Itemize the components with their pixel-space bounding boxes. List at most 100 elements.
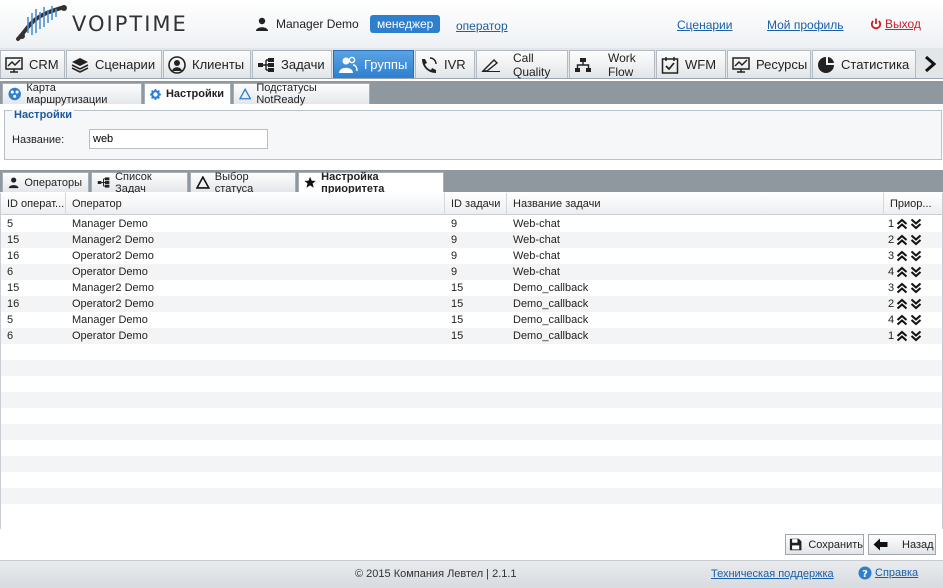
cell-task-id: 9 <box>451 266 458 278</box>
tab-settings[interactable]: Настройки <box>144 83 231 104</box>
profile-link[interactable]: Мой профиль <box>767 18 844 32</box>
tab-scenarios-label: Сценарии <box>95 57 156 72</box>
tab-task-list[interactable]: Список Задач <box>91 171 188 195</box>
priority-value: 1 <box>888 330 895 342</box>
cell-operator: Operator2 Demo <box>72 298 154 310</box>
priority-down-icon[interactable] <box>910 298 922 310</box>
tree-icon <box>97 177 110 188</box>
priority-down-icon[interactable] <box>910 218 922 230</box>
priority-down-icon[interactable] <box>910 234 922 246</box>
save-button[interactable]: Сохранить <box>785 534 864 555</box>
priority-down-icon[interactable] <box>910 330 922 342</box>
tab-crm-label: CRM <box>29 57 59 72</box>
tab-call-quality[interactable]: Call Quality <box>476 50 568 79</box>
tab-tasks[interactable]: Задачи <box>252 50 332 78</box>
help-link[interactable]: Справка <box>875 567 918 579</box>
tab-routing-map-label: Карта маршрутизации <box>26 82 108 106</box>
col-task-name[interactable]: Название задачи <box>507 193 884 215</box>
tab-notready-label: Подстатусы NotReady <box>256 82 317 106</box>
row-stripe <box>1 488 942 504</box>
scenarios-link[interactable]: Сценарии <box>677 18 732 32</box>
gear-icon <box>150 88 161 100</box>
cell-operator: Operator2 Demo <box>72 250 154 262</box>
priority-down-icon[interactable] <box>910 250 922 262</box>
row-stripe <box>1 392 942 408</box>
tab-wfm[interactable]: WFM <box>656 50 726 78</box>
cell-task-name: Web-chat <box>513 234 560 246</box>
group-name-input[interactable] <box>89 129 268 149</box>
priority-up-icon[interactable] <box>896 266 908 278</box>
logo-mark-icon <box>16 5 67 41</box>
priority-up-icon[interactable] <box>896 234 908 246</box>
priority-cell: 3 <box>888 248 922 264</box>
tab-ivr[interactable]: IVR <box>415 50 475 78</box>
table-row[interactable]: 6 Operator Demo 15 Demo_callback 1 <box>1 328 942 344</box>
tab-workflow-label: Work Flow <box>608 51 636 79</box>
arrow-left-icon <box>873 538 888 551</box>
col-task-id[interactable]: ID задачи <box>445 193 507 215</box>
role-operator-link[interactable]: оператор <box>456 19 508 33</box>
tab-resources[interactable]: Ресурсы <box>727 50 811 78</box>
priority-cell: 1 <box>888 216 922 232</box>
help-link-wrap[interactable]: ? Справка <box>858 566 918 580</box>
table-row[interactable]: 15 Manager2 Demo 15 Demo_callback 3 <box>1 280 942 296</box>
tab-crm[interactable]: CRM <box>0 50 65 78</box>
save-button-label: Сохранить <box>808 538 863 551</box>
tab-status-choice[interactable]: Выбор статуса <box>190 170 296 195</box>
priority-value: 4 <box>888 314 895 326</box>
grid-header: ID операт... Оператор ID задачи Название… <box>1 193 942 215</box>
user-icon <box>8 177 19 189</box>
back-button[interactable]: Назад <box>868 534 936 555</box>
role-manager-badge[interactable]: менеджер <box>370 15 441 33</box>
tab-notready-substatuses[interactable]: Подстатусы NotReady <box>233 82 370 106</box>
exit-link[interactable]: Выход <box>885 17 921 31</box>
row-stripe <box>1 456 942 472</box>
tab-clients-label: Клиенты <box>192 57 245 72</box>
table-row[interactable]: 5 Manager Demo 15 Demo_callback 4 <box>1 312 942 328</box>
monitor-chart-icon <box>5 56 23 73</box>
tab-tasks-label: Задачи <box>281 57 325 72</box>
priority-up-icon[interactable] <box>896 330 908 342</box>
col-operator[interactable]: Оператор <box>66 193 445 215</box>
layers-icon <box>71 57 89 73</box>
priority-down-icon[interactable] <box>910 282 922 294</box>
priority-down-icon[interactable] <box>910 266 922 278</box>
table-row[interactable]: 16 Operator2 Demo 15 Demo_callback 2 <box>1 296 942 312</box>
priority-up-icon[interactable] <box>896 250 908 262</box>
user-icon <box>256 17 268 31</box>
name-label: Название: <box>12 134 65 146</box>
col-operator-id[interactable]: ID операт... <box>1 193 66 215</box>
exit-link-wrap[interactable]: Выход <box>870 17 921 31</box>
table-row[interactable]: 15 Manager2 Demo 9 Web-chat 2 <box>1 232 942 248</box>
table-row[interactable]: 5 Manager Demo 9 Web-chat 1 <box>1 216 942 232</box>
tab-priority-settings[interactable]: Настройка приоритета <box>298 171 444 195</box>
priority-down-icon[interactable] <box>910 314 922 326</box>
tab-operators[interactable]: Операторы <box>2 172 89 192</box>
help-icon: ? <box>858 566 872 580</box>
cell-task-name: Web-chat <box>513 266 560 278</box>
priority-up-icon[interactable] <box>896 282 908 294</box>
priority-grid: ID операт... Оператор ID задачи Название… <box>0 193 943 529</box>
cell-task-name: Demo_callback <box>513 298 589 310</box>
tab-statistics[interactable]: Статистика <box>812 50 916 78</box>
support-link[interactable]: Техническая поддержка <box>711 568 834 580</box>
table-row[interactable]: 6 Operator Demo 9 Web-chat 4 <box>1 264 942 280</box>
power-icon <box>870 18 882 30</box>
tab-workflow[interactable]: Work Flow <box>569 50 655 79</box>
priority-up-icon[interactable] <box>896 218 908 230</box>
tab-scenarios[interactable]: Сценарии <box>66 50 162 78</box>
cell-task-id: 15 <box>451 330 464 342</box>
cell-task-id: 15 <box>451 282 464 294</box>
grid-body: 5 Manager Demo 9 Web-chat 1 15 Manager2 Demo 9 W… <box>1 216 942 529</box>
tab-resources-label: Ресурсы <box>756 57 808 72</box>
tabs-scroll-right[interactable] <box>917 50 943 78</box>
tab-status-choice-label: Выбор статуса <box>214 170 254 195</box>
tab-groups[interactable]: Группы <box>333 50 414 78</box>
table-row[interactable]: 16 Operator2 Demo 9 Web-chat 3 <box>1 248 942 264</box>
pie-chart-icon <box>818 56 834 73</box>
col-priority[interactable]: Приор... <box>884 193 942 215</box>
tab-routing-map[interactable]: Карта маршрутизации <box>2 82 142 106</box>
priority-up-icon[interactable] <box>896 314 908 326</box>
priority-up-icon[interactable] <box>896 298 908 310</box>
tab-clients[interactable]: Клиенты <box>163 50 251 78</box>
